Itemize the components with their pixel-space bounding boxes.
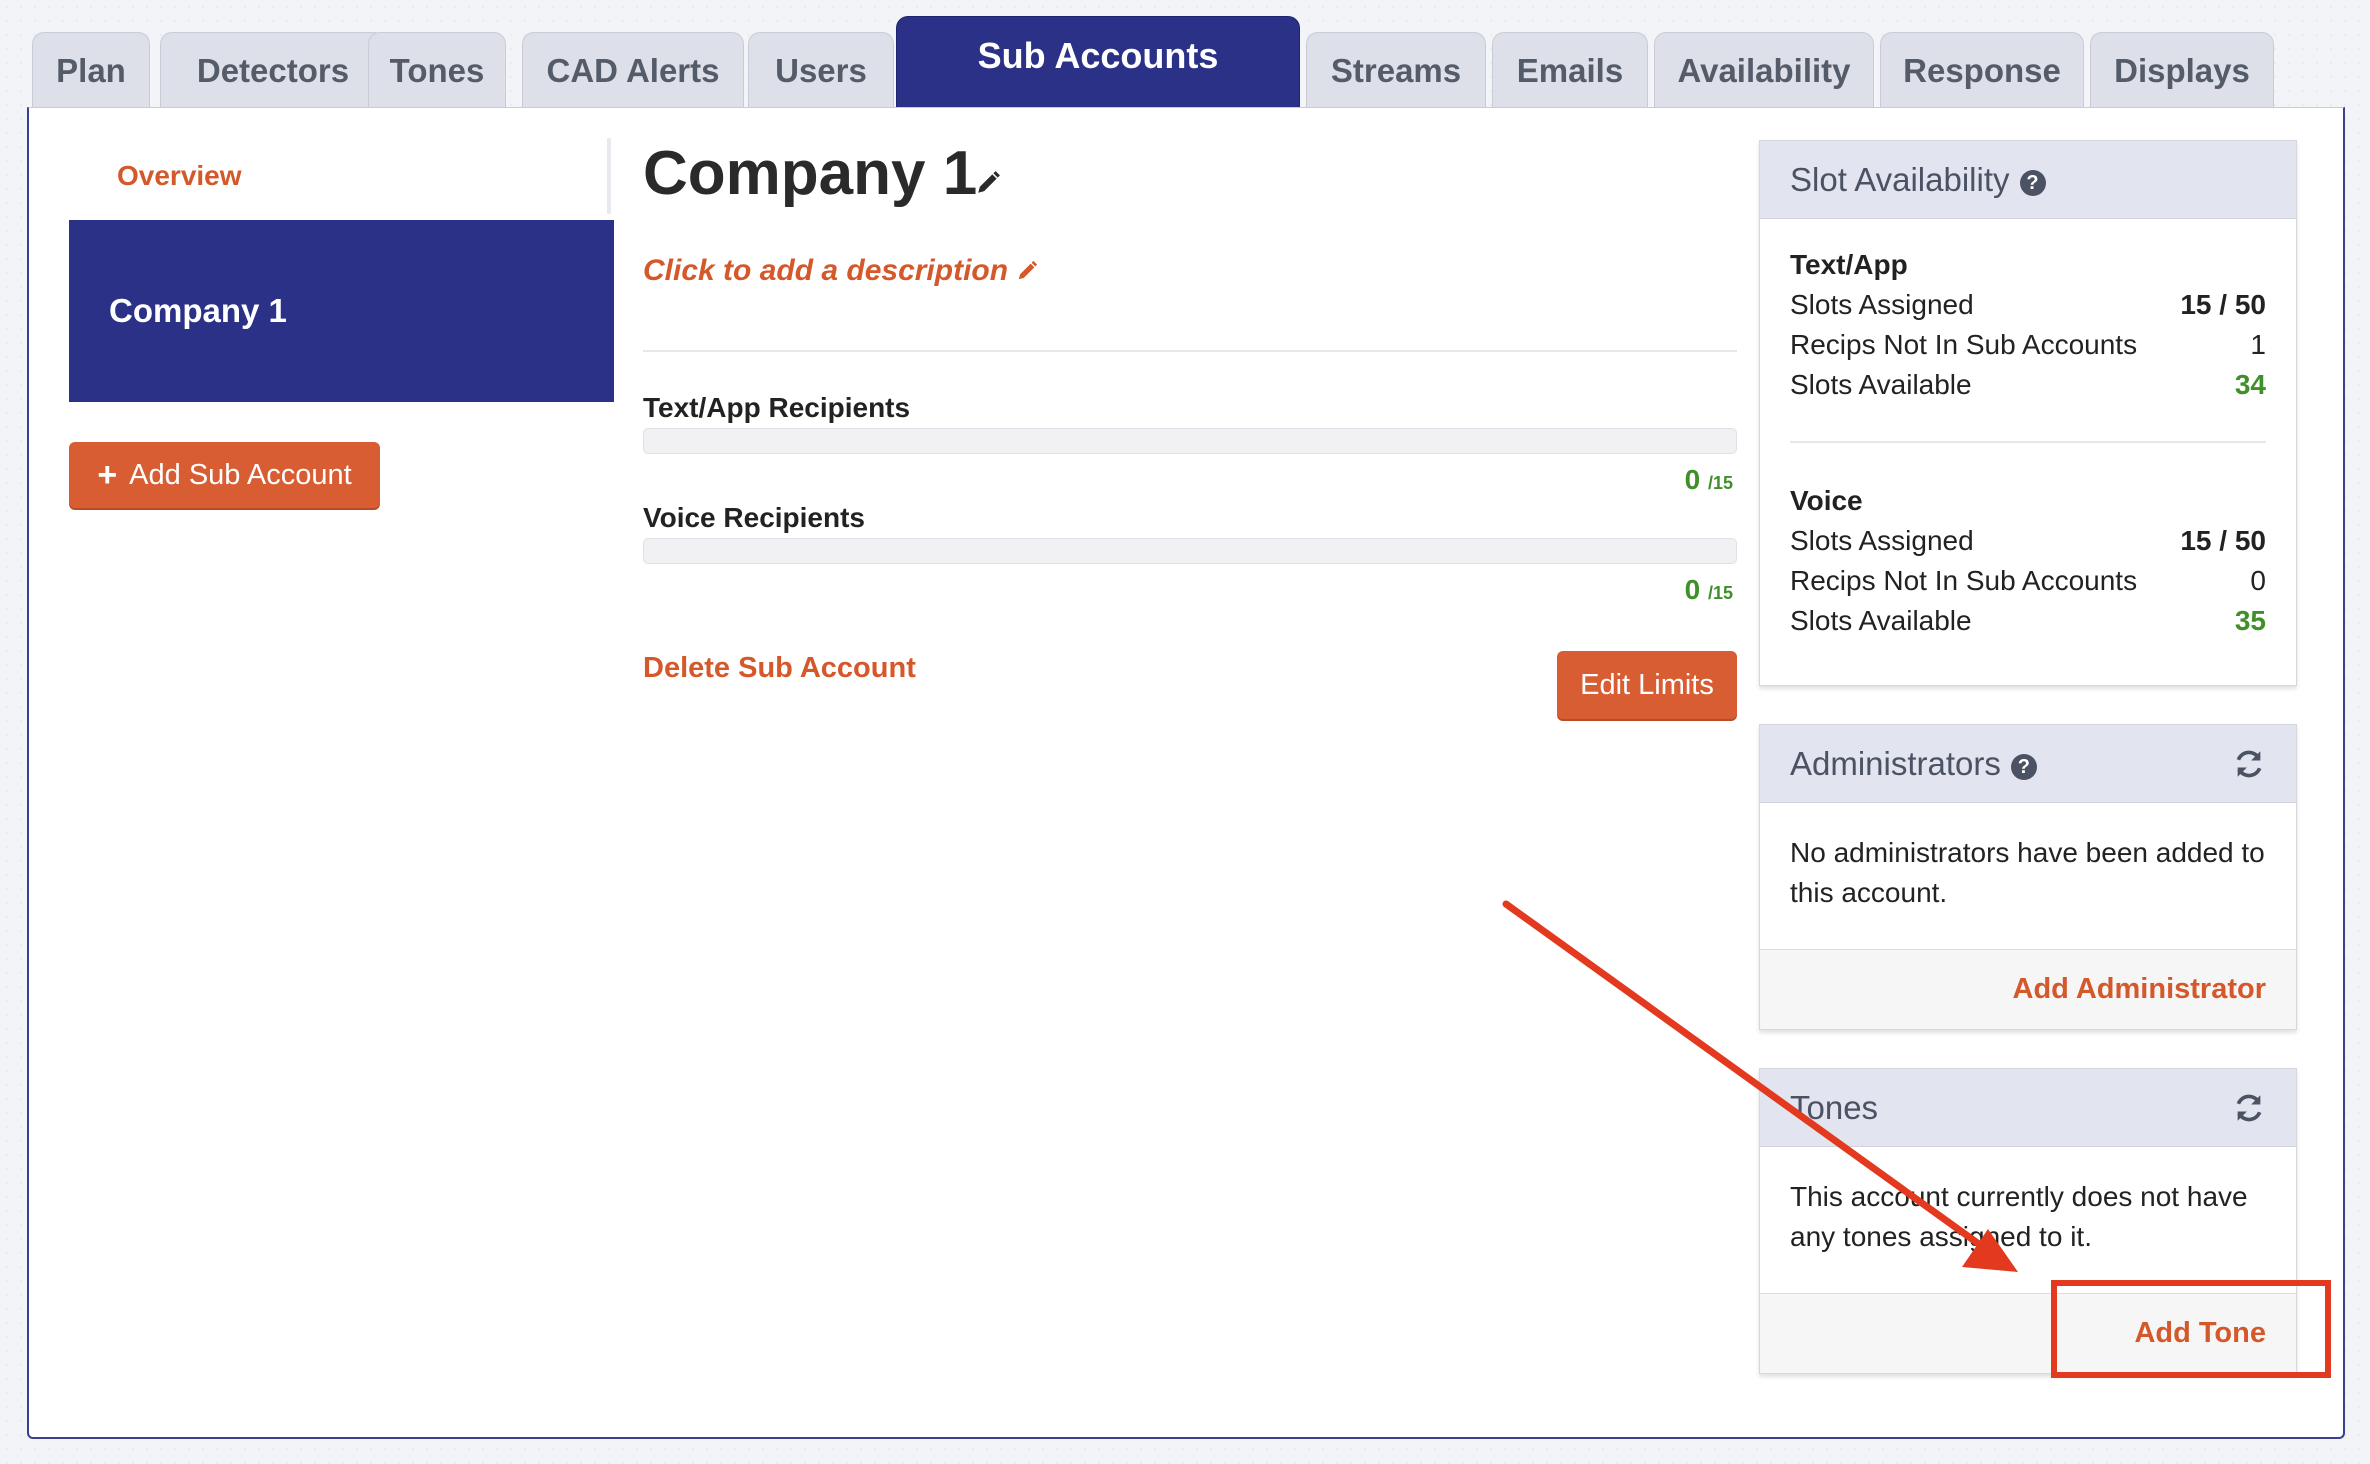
text-app-progress-bar — [643, 428, 1737, 454]
sidebar-item-company-1[interactable]: Company 1 — [69, 220, 614, 402]
tab-response[interactable]: Response — [1880, 32, 2084, 108]
annotation-highlight-box — [2051, 1280, 2331, 1378]
administrators-card: Administrators? No administrators have b… — [1759, 724, 2297, 1030]
tab-cad-alerts[interactable]: CAD Alerts — [522, 32, 744, 108]
question-circle-icon[interactable]: ? — [2019, 170, 2046, 196]
tab-streams[interactable]: Streams — [1306, 32, 1486, 108]
voice-slots-available-row: Slots Available 35 — [1790, 601, 2266, 641]
add-sub-account-button[interactable]: + Add Sub Account — [69, 442, 380, 508]
refresh-icon[interactable] — [2232, 1091, 2266, 1125]
tab-plan[interactable]: Plan — [32, 32, 150, 108]
question-circle-icon[interactable]: ? — [2010, 754, 2037, 780]
recips-not-in-sub-accounts-value: 0 — [2250, 565, 2266, 596]
administrators-footer: Add Administrator — [1760, 949, 2296, 1029]
text-app-slots-available-row: Slots Available 34 — [1790, 365, 2266, 405]
pencil-icon[interactable] — [975, 170, 1001, 196]
text-app-count: 0 /15 — [1685, 464, 1733, 496]
plus-icon: + — [97, 455, 118, 494]
tones-header: Tones — [1760, 1069, 2296, 1147]
delete-sub-account-link[interactable]: Delete Sub Account — [643, 652, 916, 685]
text-app-count-limit: /15 — [1707, 473, 1733, 493]
administrators-title: Administrators — [1790, 744, 2001, 782]
text-app-recipients-label: Text/App Recipients — [643, 392, 911, 423]
tones-title: Tones — [1790, 1088, 1879, 1126]
slots-available-value: 34 — [2234, 369, 2266, 400]
recips-not-in-sub-accounts-label: Recips Not In Sub Accounts — [1790, 565, 2138, 596]
tab-displays[interactable]: Displays — [2090, 32, 2274, 108]
text-app-heading: Text/App — [1790, 249, 1908, 280]
slot-availability-card: Slot Availability? Text/App Slots Assign… — [1759, 140, 2297, 686]
slot-availability-title: Slot Availability — [1790, 160, 2010, 198]
slots-available-value: 35 — [2234, 605, 2266, 636]
text-app-recips-row: Recips Not In Sub Accounts 1 — [1790, 325, 2266, 365]
slots-available-label: Slots Available — [1790, 369, 1972, 400]
tab-detectors[interactable]: Detectors — [160, 32, 386, 108]
text-app-count-value: 0 — [1684, 464, 1701, 495]
sub-accounts-panel: Overview Company 1 + Add Sub Account Com… — [27, 107, 2345, 1439]
divider — [643, 350, 1737, 352]
voice-heading: Voice — [1790, 485, 1863, 516]
slots-assigned-value: 15 / 50 — [2180, 289, 2266, 320]
edit-limits-button[interactable]: Edit Limits — [1557, 651, 1737, 719]
voice-recipients-label: Voice Recipients — [643, 502, 866, 533]
add-administrator-link[interactable]: Add Administrator — [2013, 973, 2266, 1006]
text-app-slots-assigned-row: Slots Assigned 15 / 50 — [1790, 285, 2266, 325]
refresh-icon[interactable] — [2232, 747, 2266, 781]
tones-empty-text: This account currently does not have any… — [1790, 1181, 2248, 1252]
voice-count-limit: /15 — [1707, 583, 1733, 603]
voice-count: 0 /15 — [1685, 574, 1733, 606]
tab-users[interactable]: Users — [748, 32, 894, 108]
voice-slots-assigned-row: Slots Assigned 15 / 50 — [1790, 521, 2266, 561]
administrators-empty-text: No administrators have been added to thi… — [1790, 837, 2265, 908]
slots-assigned-value: 15 / 50 — [2180, 525, 2266, 556]
description-edit-link[interactable]: Click to add a description — [643, 254, 1038, 288]
tab-emails[interactable]: Emails — [1492, 32, 1648, 108]
voice-progress-bar — [643, 538, 1737, 564]
tab-sub-accounts[interactable]: Sub Accounts — [896, 16, 1300, 108]
add-sub-account-label: Add Sub Account — [129, 458, 352, 491]
slot-availability-body: Text/App Slots Assigned 15 / 50 Recips N… — [1760, 219, 2296, 641]
voice-count-value: 0 — [1684, 574, 1701, 605]
description-placeholder: Click to add a description — [643, 254, 1009, 287]
divider — [1790, 441, 2266, 443]
recips-not-in-sub-accounts-value: 1 — [2250, 329, 2266, 360]
tab-tones[interactable]: Tones — [368, 32, 506, 108]
recips-not-in-sub-accounts-label: Recips Not In Sub Accounts — [1790, 329, 2138, 360]
voice-recips-row: Recips Not In Sub Accounts 0 — [1790, 561, 2266, 601]
slots-assigned-label: Slots Assigned — [1790, 289, 1974, 320]
slots-assigned-label: Slots Assigned — [1790, 525, 1974, 556]
slot-availability-header: Slot Availability? — [1760, 141, 2296, 219]
sidebar-item-overview[interactable]: Overview — [71, 138, 611, 214]
administrators-header: Administrators? — [1760, 725, 2296, 803]
slots-available-label: Slots Available — [1790, 605, 1972, 636]
page-title: Company 1 — [643, 139, 978, 208]
pencil-icon — [1018, 260, 1038, 280]
tab-availability[interactable]: Availability — [1654, 32, 1874, 108]
